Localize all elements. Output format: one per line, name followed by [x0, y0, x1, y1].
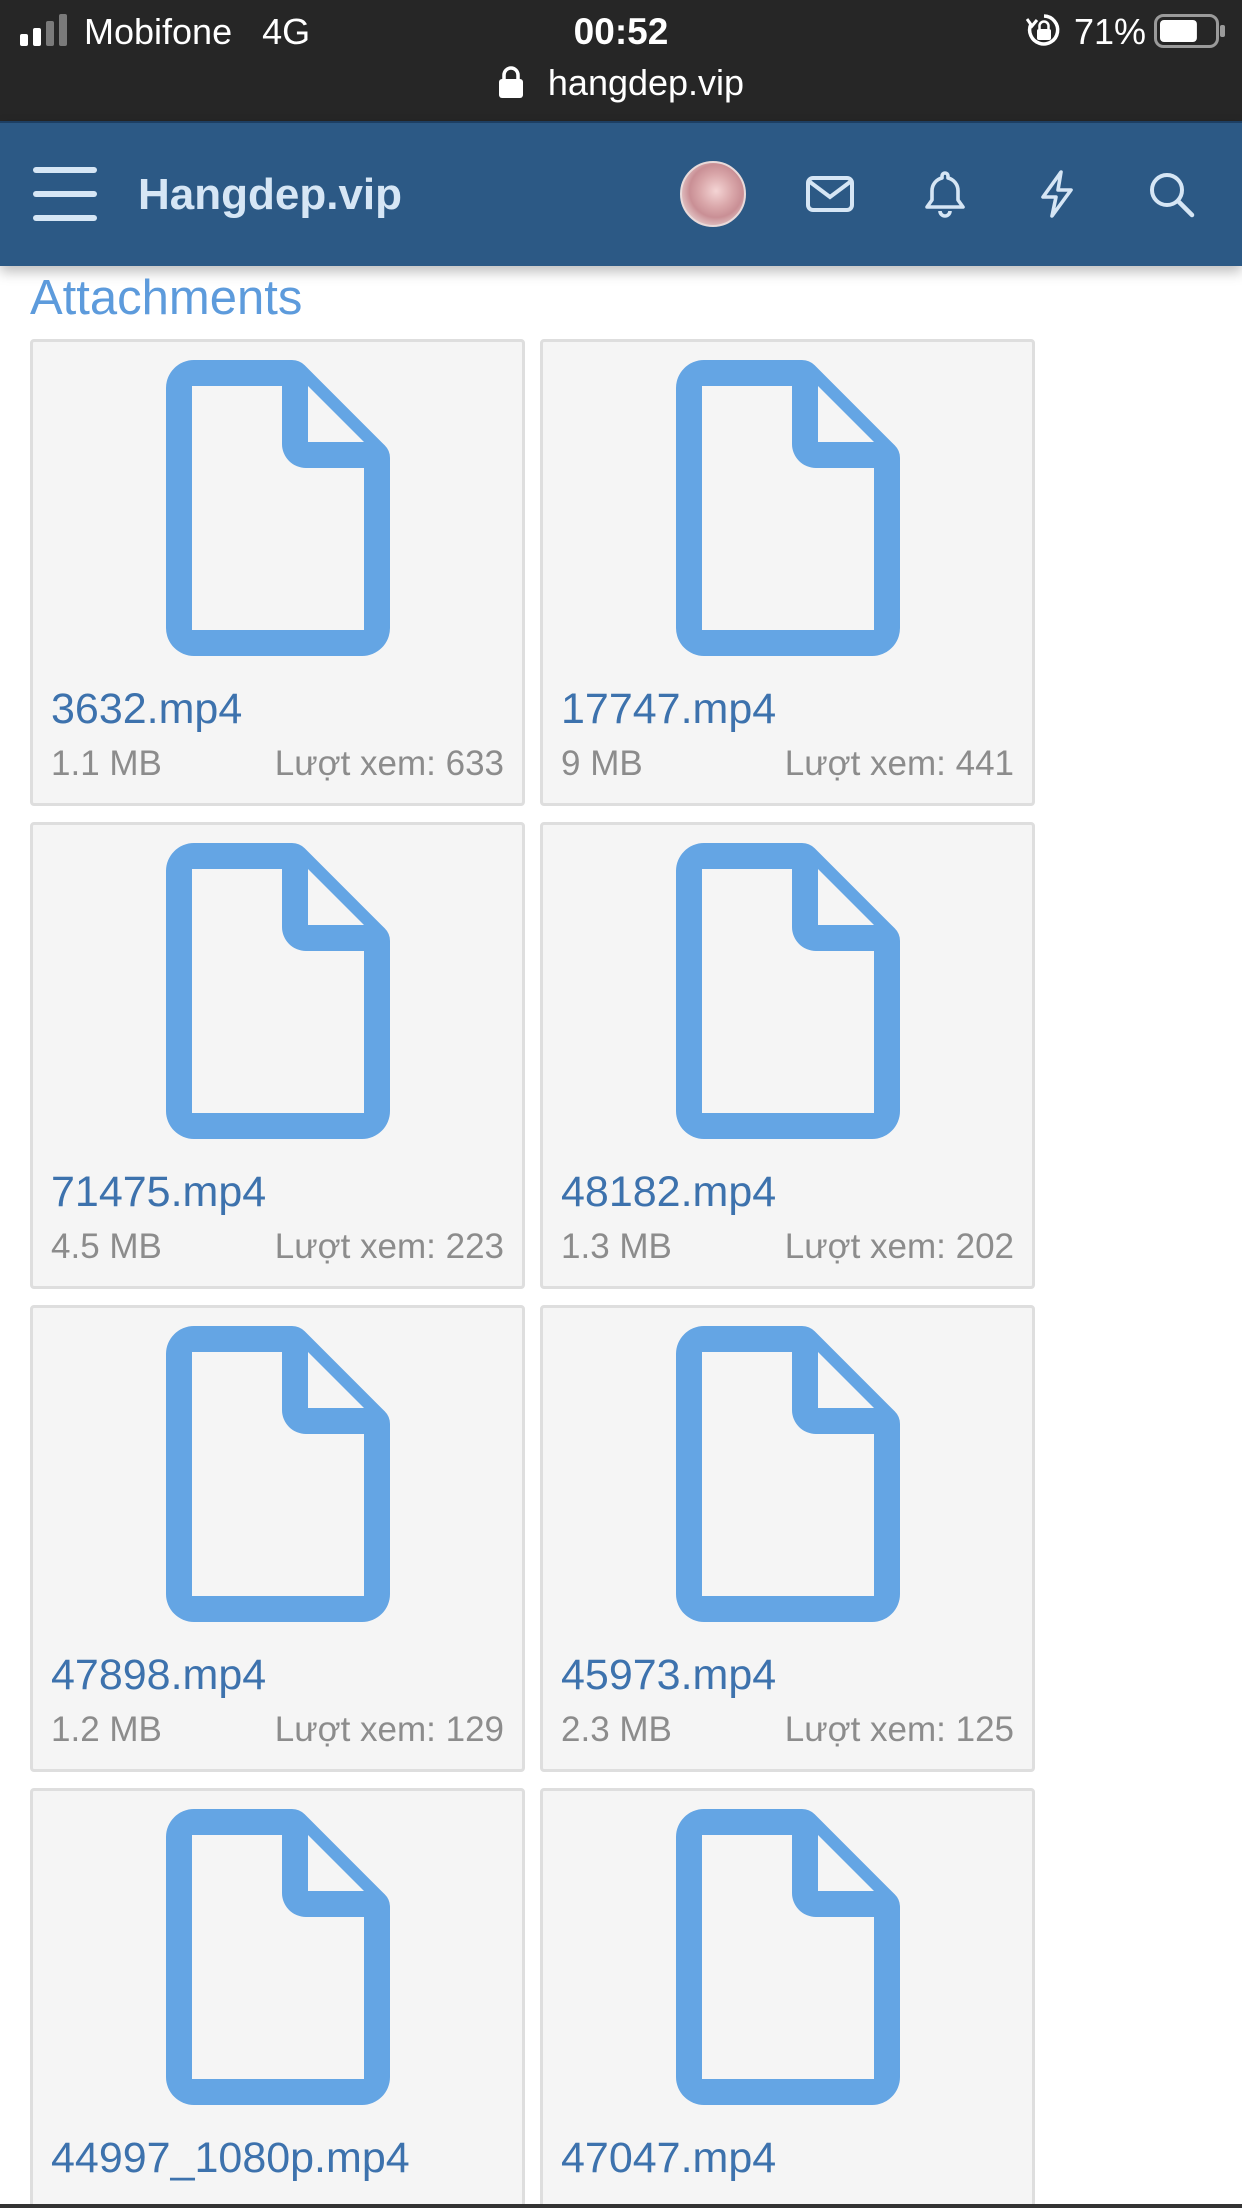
- attachment-card[interactable]: 17747.mp4 9 MB Lượt xem: 441: [540, 339, 1035, 806]
- attachment-card[interactable]: 45973.mp4 2.3 MB Lượt xem: 125: [540, 1305, 1035, 1772]
- file-name-link[interactable]: 3632.mp4: [51, 682, 242, 736]
- site-logo[interactable]: Hangdep.vip: [138, 167, 402, 223]
- file-name-link[interactable]: 71475.mp4: [51, 1165, 266, 1219]
- attachment-card[interactable]: 47898.mp4 1.2 MB Lượt xem: 129: [30, 1305, 525, 1772]
- whats-new-button[interactable]: [1022, 159, 1092, 229]
- file-icon: [676, 843, 900, 1139]
- file-name-link[interactable]: 48182.mp4: [561, 1165, 776, 1219]
- attachment-card[interactable]: 71475.mp4 4.5 MB Lượt xem: 223: [30, 822, 525, 1289]
- file-icon: [166, 843, 390, 1139]
- search-button[interactable]: [1136, 159, 1206, 229]
- file-icon: [166, 1326, 390, 1622]
- file-icon: [166, 360, 390, 656]
- menu-button[interactable]: [30, 159, 100, 229]
- battery-icon: [1154, 14, 1225, 48]
- file-name-link[interactable]: 47898.mp4: [51, 1648, 266, 1702]
- file-icon: [676, 1809, 900, 2105]
- status-bar: Mobifone 4G 00:52 71% hangdep.vip: [0, 0, 1242, 121]
- file-size: 1.3 MB: [561, 1227, 672, 1266]
- file-name-link[interactable]: 47047.mp4: [561, 2131, 776, 2185]
- file-icon: [676, 1326, 900, 1622]
- file-size: 1.1 MB: [51, 744, 162, 783]
- file-size: 2.3 MB: [561, 1710, 672, 1749]
- file-icon: [166, 1809, 390, 2105]
- file-views: Lượt xem: 633: [274, 744, 504, 783]
- file-size: 1.2 MB: [51, 1710, 162, 1749]
- site-header: Hangdep.vip: [0, 121, 1242, 266]
- attachment-card[interactable]: 44997_1080p.mp4: [30, 1788, 525, 2208]
- attachment-card[interactable]: 3632.mp4 1.1 MB Lượt xem: 633: [30, 339, 525, 806]
- file-name-link[interactable]: 45973.mp4: [561, 1648, 776, 1702]
- file-size: 4.5 MB: [51, 1227, 162, 1266]
- inbox-button[interactable]: [795, 159, 865, 229]
- bottom-edge: [0, 2204, 1242, 2208]
- bell-icon: [925, 171, 965, 218]
- section-title: Attachments: [30, 271, 303, 325]
- file-size: 9 MB: [561, 744, 643, 783]
- bolt-icon: [1041, 170, 1073, 218]
- lock-icon: [498, 66, 523, 98]
- file-name-link[interactable]: 44997_1080p.mp4: [51, 2131, 410, 2185]
- menu-icon: [33, 167, 97, 221]
- search-icon: [1150, 173, 1195, 218]
- avatar[interactable]: [680, 161, 746, 227]
- attachment-card[interactable]: 47047.mp4: [540, 1788, 1035, 2208]
- file-views: Lượt xem: 129: [274, 1710, 504, 1749]
- file-views: Lượt xem: 223: [274, 1227, 504, 1266]
- file-views: Lượt xem: 202: [784, 1227, 1014, 1266]
- file-views: Lượt xem: 125: [784, 1710, 1014, 1749]
- orientation-lock-icon: [1026, 14, 1060, 46]
- attachment-card[interactable]: 48182.mp4 1.3 MB Lượt xem: 202: [540, 822, 1035, 1289]
- file-views: Lượt xem: 441: [784, 744, 1014, 783]
- file-icon: [676, 360, 900, 656]
- envelope-icon: [806, 176, 854, 212]
- file-name-link[interactable]: 17747.mp4: [561, 682, 776, 736]
- url-text: hangdep.vip: [547, 62, 745, 103]
- alerts-button[interactable]: [910, 159, 980, 229]
- battery-percent: 71%: [1074, 11, 1147, 52]
- address-bar[interactable]: hangdep.vip: [0, 58, 1242, 108]
